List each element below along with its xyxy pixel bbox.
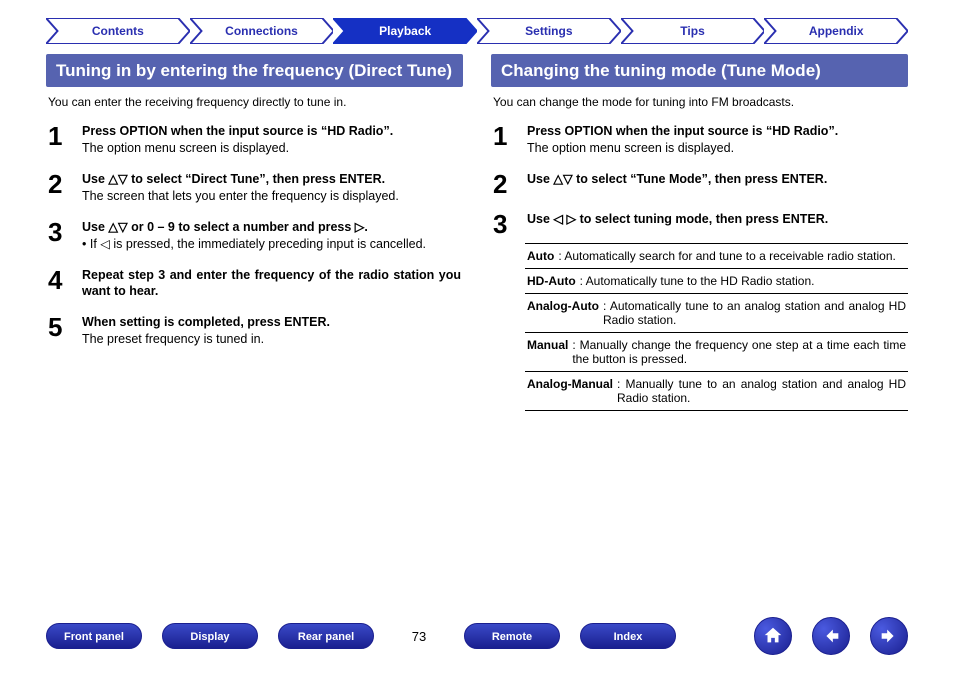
right-heading: Changing the tuning mode (Tune Mode) [491,54,908,87]
step-title: Press OPTION when the input source is “H… [82,123,461,140]
forward-button[interactable] [870,617,908,655]
step-title: Use △▽ to select “Tune Mode”, then press… [527,171,906,188]
tune-mode-table: Auto : Automatically search for and tune… [525,243,908,411]
index-button[interactable]: Index [580,623,676,649]
mode-desc: : Automatically tune to the HD Radio sta… [580,274,906,288]
mode-row-auto: Auto : Automatically search for and tune… [525,244,908,269]
step-title: Use ◁ ▷ to select tuning mode, then pres… [527,211,906,228]
step-number: 2 [48,171,70,205]
step-number: 4 [48,267,70,301]
step-title: When setting is completed, press ENTER. [82,314,461,331]
left-column: Tuning in by entering the frequency (Dir… [46,54,463,411]
left-heading: Tuning in by entering the frequency (Dir… [46,54,463,87]
tab-playback[interactable]: Playback [333,18,477,44]
tab-label: Playback [379,24,431,38]
left-step-3: 3 Use △▽ or 0 – 9 to select a number and… [48,219,461,253]
step-title: Repeat step 3 and enter the frequency of… [82,267,461,301]
page-number: 73 [394,629,444,644]
tab-tips[interactable]: Tips [621,18,765,44]
tab-settings[interactable]: Settings [477,18,621,44]
tab-connections[interactable]: Connections [190,18,334,44]
step-number: 2 [493,171,515,197]
mode-label: Analog-Manual [527,377,613,405]
remote-button[interactable]: Remote [464,623,560,649]
tab-label: Connections [225,24,298,38]
mode-row-analogmanual: Analog-Manual : Manually tune to an anal… [525,372,908,411]
step-title: Press OPTION when the input source is “H… [527,123,906,140]
right-step-3: 3 Use ◁ ▷ to select tuning mode, then pr… [493,211,906,237]
mode-row-analogauto: Analog-Auto : Automatically tune to an a… [525,294,908,333]
right-intro: You can change the mode for tuning into … [493,95,906,109]
home-button[interactable] [754,617,792,655]
left-step-2: 2 Use △▽ to select “Direct Tune”, then p… [48,171,461,205]
tab-label: Appendix [809,24,864,38]
mode-desc: : Automatically search for and tune to a… [558,249,906,263]
tab-contents[interactable]: Contents [46,18,190,44]
mode-label: Analog-Auto [527,299,599,327]
step-bullet: If ◁ is pressed, the immediately precedi… [82,236,461,253]
step-title: Use △▽ to select “Direct Tune”, then pre… [82,171,461,188]
step-sub: The option menu screen is displayed. [527,140,906,157]
mode-desc: : Manually change the frequency one step… [572,338,906,366]
top-tab-bar: Contents Connections Playback Settings T… [0,0,954,44]
step-number: 1 [48,123,70,157]
arrow-right-icon [878,625,900,647]
home-icon [762,625,784,647]
step-number: 3 [48,219,70,253]
content-columns: Tuning in by entering the frequency (Dir… [0,44,954,411]
left-step-5: 5 When setting is completed, press ENTER… [48,314,461,348]
mode-label: Auto [527,249,554,263]
left-intro: You can enter the receiving frequency di… [48,95,461,109]
tab-label: Settings [525,24,572,38]
right-step-1: 1 Press OPTION when the input source is … [493,123,906,157]
step-sub: The screen that lets you enter the frequ… [82,188,461,205]
left-step-1: 1 Press OPTION when the input source is … [48,123,461,157]
step-sub: The preset frequency is tuned in. [82,331,461,348]
mode-label: HD-Auto [527,274,576,288]
display-button[interactable]: Display [162,623,258,649]
tab-label: Contents [92,24,144,38]
left-step-4: 4 Repeat step 3 and enter the frequency … [48,267,461,301]
step-title: Use △▽ or 0 – 9 to select a number and p… [82,219,461,236]
step-number: 1 [493,123,515,157]
arrow-left-icon [820,625,842,647]
back-button[interactable] [812,617,850,655]
step-number: 3 [493,211,515,237]
mode-desc: : Manually tune to an analog station and… [617,377,906,405]
tab-appendix[interactable]: Appendix [764,18,908,44]
mode-desc: : Automatically tune to an analog statio… [603,299,906,327]
mode-row-hdauto: HD-Auto : Automatically tune to the HD R… [525,269,908,294]
right-step-2: 2 Use △▽ to select “Tune Mode”, then pre… [493,171,906,197]
mode-row-manual: Manual : Manually change the frequency o… [525,333,908,372]
right-column: Changing the tuning mode (Tune Mode) You… [491,54,908,411]
bottom-nav-bar: Front panel Display Rear panel 73 Remote… [0,617,954,655]
mode-label: Manual [527,338,568,366]
rear-panel-button[interactable]: Rear panel [278,623,374,649]
front-panel-button[interactable]: Front panel [46,623,142,649]
step-sub: The option menu screen is displayed. [82,140,461,157]
step-number: 5 [48,314,70,348]
tab-label: Tips [680,24,704,38]
